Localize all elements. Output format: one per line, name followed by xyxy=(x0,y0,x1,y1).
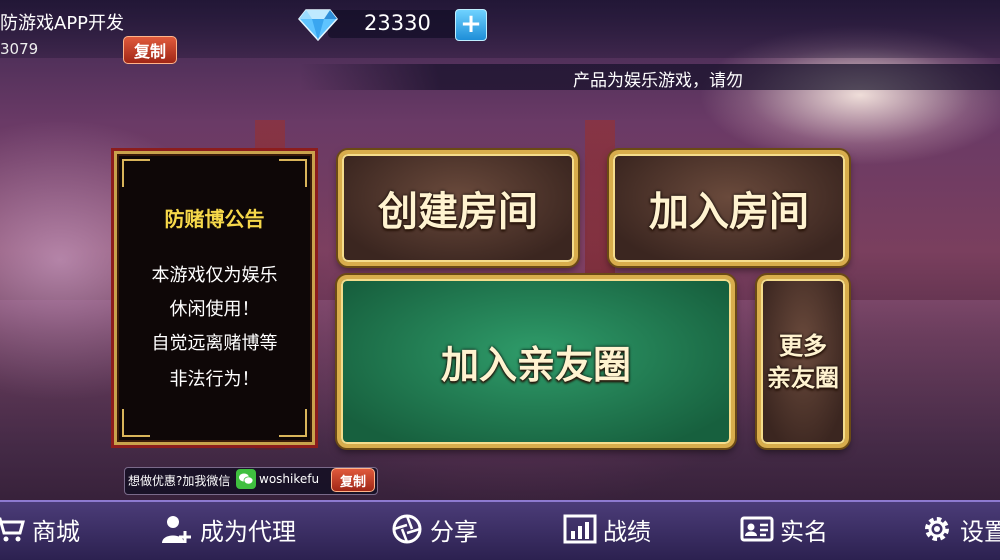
copy-id-button[interactable]: 复制 xyxy=(123,36,177,64)
user-name: 防游戏APP开发 xyxy=(0,13,125,34)
nav-item-agent[interactable]: 成为代理 xyxy=(160,510,296,548)
notice-line: 非法行为！ xyxy=(169,369,260,390)
more-circles-label: 更多 亲友圈 xyxy=(767,330,839,394)
notice-line: 本游戏仅为娱乐 xyxy=(151,265,278,286)
diamond-icon xyxy=(298,9,338,42)
more-circles-button[interactable]: 更多 亲友圈 xyxy=(757,275,849,448)
frame-corner xyxy=(279,409,307,437)
frame-corner xyxy=(279,159,307,187)
wechat-prompt: 想做优惠?加我微信 xyxy=(128,474,231,488)
nav-label-realname: 实名 xyxy=(780,517,828,546)
gear-icon xyxy=(925,517,949,541)
share-icon xyxy=(392,514,422,544)
wechat-icon xyxy=(236,469,256,489)
nav-item-settings[interactable]: 设置 xyxy=(920,510,1000,548)
notice-line: 休闲使用！ xyxy=(169,299,260,320)
user-id: 3079 xyxy=(0,40,39,58)
nav-label-agent: 成为代理 xyxy=(200,517,296,546)
cart-icon xyxy=(0,517,25,542)
agent-icon xyxy=(162,516,191,543)
chart-icon xyxy=(563,514,597,544)
id-card-icon xyxy=(740,516,774,542)
diamond-count: 23330 xyxy=(364,11,431,35)
nav-item-shop[interactable]: 商城 xyxy=(0,510,80,548)
more-line-1: 更多 xyxy=(779,331,827,360)
add-diamond-button[interactable]: + xyxy=(455,9,487,41)
nav-label-share: 分享 xyxy=(430,517,478,546)
anti-gambling-notice: 防赌博公告 本游戏仅为娱乐 休闲使用！ 自觉远离赌博等 非法行为！ xyxy=(111,148,318,448)
copy-wechat-button[interactable]: 复制 xyxy=(331,468,375,492)
notice-line: 自觉远离赌博等 xyxy=(151,333,278,354)
frame-corner xyxy=(122,159,150,187)
join-circle-label: 加入亲友圈 xyxy=(440,343,631,387)
nav-label-records: 战绩 xyxy=(603,517,651,546)
marquee-text: 产品为娱乐游戏，请勿 xyxy=(573,71,743,91)
wechat-id: woshikefu xyxy=(259,472,320,486)
notice-title: 防赌博公告 xyxy=(164,207,265,231)
bottom-nav xyxy=(0,500,1000,560)
nav-item-realname[interactable]: 实名 xyxy=(740,510,828,548)
nav-item-records[interactable]: 战绩 xyxy=(563,510,651,548)
nav-label-settings: 设置 xyxy=(960,517,1000,546)
create-room-button[interactable]: 创建房间 xyxy=(338,150,578,266)
nav-label-shop: 商城 xyxy=(32,517,80,546)
join-room-button[interactable]: 加入房间 xyxy=(609,150,849,266)
more-line-2: 亲友圈 xyxy=(767,363,839,392)
nav-item-share[interactable]: 分享 xyxy=(390,510,478,548)
join-circle-button[interactable]: 加入亲友圈 xyxy=(337,275,735,448)
create-room-label: 创建房间 xyxy=(378,189,538,235)
join-room-label: 加入房间 xyxy=(649,189,809,235)
frame-corner xyxy=(122,409,150,437)
